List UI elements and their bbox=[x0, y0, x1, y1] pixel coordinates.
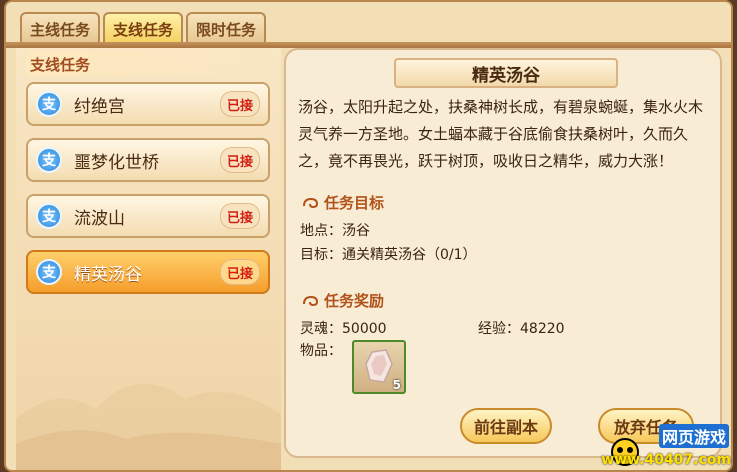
goto-dungeon-button[interactable]: 前往副本 bbox=[460, 408, 552, 444]
objective-target: 目标：通关精英汤谷（0/1） bbox=[300, 247, 477, 263]
reward-section-header: 任务奖励 bbox=[302, 290, 384, 311]
watermark-url: www.40407.com bbox=[601, 452, 731, 468]
cloud-swirl-icon bbox=[303, 295, 319, 306]
quest-name: 精英汤谷 bbox=[74, 264, 142, 285]
tab-side-quests[interactable]: 支线任务 bbox=[103, 12, 184, 44]
mountain-decoration bbox=[16, 383, 281, 470]
tab-main-quests[interactable]: 主线任务 bbox=[20, 12, 101, 44]
objective-section-header: 任务目标 bbox=[302, 192, 384, 213]
quest-window: 主线任务 支线任务 限时任务 支线任务 支 纣绝宫 已接 支 噩梦化世桥 已接 … bbox=[4, 0, 733, 472]
side-quest-badge-icon: 支 bbox=[36, 147, 62, 173]
quest-item-zhoujuegong[interactable]: 支 纣绝宫 已接 bbox=[26, 82, 270, 126]
list-title: 支线任务 bbox=[30, 56, 91, 74]
reward-soul: 灵魂：50000 bbox=[300, 321, 387, 337]
quest-detail-panel: 精英汤谷 汤谷，太阳升起之处，扶桑神树长成，有碧泉蜿蜒，集水火木灵气养一方圣地。… bbox=[284, 48, 722, 458]
reward-title: 任务奖励 bbox=[324, 292, 385, 310]
quest-item-emenghuashiqiao[interactable]: 支 噩梦化世桥 已接 bbox=[26, 138, 270, 182]
quest-status: 已接 bbox=[220, 203, 260, 229]
quest-name: 纣绝宫 bbox=[74, 96, 125, 117]
quest-item-liuboshan[interactable]: 支 流波山 已接 bbox=[26, 194, 270, 238]
quest-status: 已接 bbox=[220, 147, 260, 173]
quest-title: 精英汤谷 bbox=[394, 58, 618, 88]
quest-name: 流波山 bbox=[74, 208, 125, 229]
tab-bar: 主线任务 支线任务 限时任务 bbox=[20, 12, 267, 44]
objective-title: 任务目标 bbox=[324, 194, 385, 212]
side-quest-badge-icon: 支 bbox=[36, 91, 62, 117]
reward-exp: 经验：48220 bbox=[478, 321, 565, 337]
site-watermark: 网页游戏 www.40407.com bbox=[601, 424, 737, 472]
item-count: 5 bbox=[392, 378, 401, 392]
cloud-swirl-icon bbox=[303, 197, 319, 208]
reward-item-slot[interactable]: 5 bbox=[352, 340, 406, 394]
side-quest-badge-icon: 支 bbox=[36, 203, 62, 229]
quest-status: 已接 bbox=[220, 91, 260, 117]
reward-items-label: 物品： bbox=[300, 343, 342, 359]
watermark-title: 网页游戏 bbox=[658, 424, 729, 448]
quest-item-jingyingtanggu[interactable]: 支 精英汤谷 已接 bbox=[26, 250, 270, 294]
quest-name: 噩梦化世桥 bbox=[74, 152, 159, 173]
quest-description: 汤谷，太阳升起之处，扶桑神树长成，有碧泉蜿蜒，集水火木灵气养一方圣地。女土蝠本藏… bbox=[298, 98, 704, 170]
quest-status: 已接 bbox=[220, 259, 260, 285]
objective-location: 地点：汤谷 bbox=[300, 223, 370, 239]
quest-list-panel: 支线任务 支 纣绝宫 已接 支 噩梦化世桥 已接 支 流波山 已接 支 精英汤谷… bbox=[16, 48, 281, 470]
side-quest-badge-icon: 支 bbox=[36, 259, 62, 285]
tab-limited-quests[interactable]: 限时任务 bbox=[186, 12, 267, 44]
